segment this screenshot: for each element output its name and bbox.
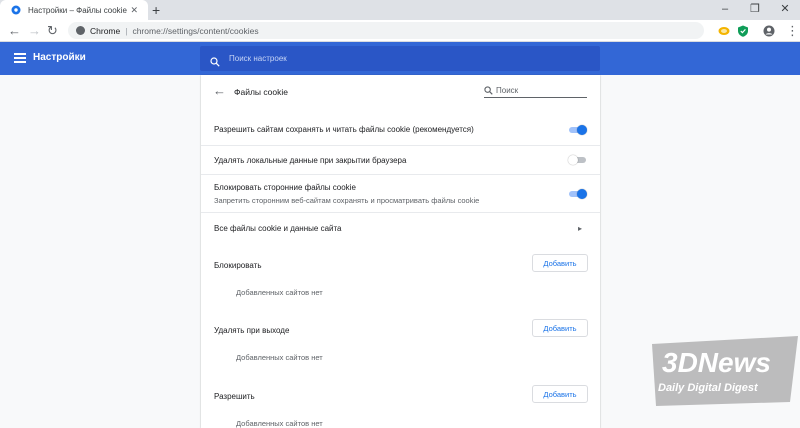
clear-on-exit-toggle[interactable] <box>568 155 587 165</box>
clear-on-exit-empty-text: Добавленных сайтов нет <box>236 353 323 362</box>
watermark-tagline: Daily Digital Digest <box>658 382 759 394</box>
search-icon <box>210 54 220 67</box>
reload-button[interactable]: ↻ <box>47 23 58 39</box>
add-block-button[interactable]: Добавить <box>532 254 588 272</box>
section-title-clear-on-exit: Удалять при выходе <box>214 326 290 335</box>
profile-avatar-icon[interactable] <box>763 24 775 37</box>
site-label: Chrome <box>90 25 121 36</box>
all-cookies-label: Все файлы cookie и данные сайта <box>214 224 342 233</box>
maximize-button[interactable]: ❐ <box>740 2 770 16</box>
tab-title: Настройки – Файлы cookie <box>28 5 127 15</box>
setting-label: Блокировать сторонние файлы cookie <box>214 183 356 192</box>
extension-coin-icon[interactable] <box>718 24 730 36</box>
section-title-allow: Разрешить <box>214 392 255 401</box>
setting-row-allow-cookies[interactable]: Разрешить сайтам сохранять и читать файл… <box>201 113 600 145</box>
all-cookies-link[interactable]: Все файлы cookie и данные сайта ▸ <box>201 212 600 242</box>
cookies-card: ← Файлы cookie Поиск Разрешить сайтам со… <box>201 75 600 428</box>
tab-close-icon[interactable]: ✕ <box>130 5 138 15</box>
setting-row-clear-on-exit[interactable]: Удалять локальные данные при закрытии бр… <box>201 145 600 174</box>
browser-tab[interactable]: Настройки – Файлы cookie ✕ <box>0 0 148 20</box>
subpage-title: Файлы cookie <box>234 87 288 97</box>
setting-label: Разрешить сайтам сохранять и читать файл… <box>214 125 474 134</box>
chrome-site-icon <box>76 26 85 35</box>
subpage-search-input[interactable]: Поиск <box>484 84 587 98</box>
back-button[interactable]: ← <box>8 23 21 39</box>
search-placeholder: Поиск настроек <box>229 54 287 63</box>
section-title-block: Блокировать <box>214 261 262 270</box>
back-arrow-icon[interactable]: ← <box>213 84 226 98</box>
tab-strip: Настройки – Файлы cookie ✕ + – ❐ ✕ <box>0 0 800 20</box>
block-empty-text: Добавленных сайтов нет <box>236 288 323 297</box>
chevron-right-icon: ▸ <box>578 224 583 233</box>
settings-gear-icon <box>10 4 22 16</box>
forward-button[interactable]: → <box>28 23 41 39</box>
setting-label: Удалять локальные данные при закрытии бр… <box>214 156 407 165</box>
hamburger-menu-icon[interactable] <box>14 53 26 63</box>
3dnews-watermark: 3DNews Daily Digital Digest <box>650 336 800 406</box>
address-bar[interactable]: Chrome | chrome://settings/content/cooki… <box>68 22 704 39</box>
minimize-button[interactable]: – <box>710 2 740 16</box>
search-icon <box>484 86 493 95</box>
subpage-search-placeholder: Поиск <box>496 86 519 95</box>
extension-shield-icon[interactable] <box>737 24 749 37</box>
settings-search-input[interactable]: Поиск настроек <box>200 46 600 71</box>
window-close-button[interactable]: ✕ <box>770 2 800 16</box>
browser-toolbar: ← → ↻ Chrome | chrome://settings/content… <box>0 20 800 42</box>
setting-sublabel: Запретить сторонним веб-сайтам сохранять… <box>214 196 480 205</box>
subpage-header: ← Файлы cookie Поиск <box>201 75 600 109</box>
page-title: Настройки <box>33 52 86 63</box>
browser-menu-icon[interactable]: ⋮ <box>786 23 799 39</box>
allow-empty-text: Добавленных сайтов нет <box>236 419 323 428</box>
add-clear-on-exit-button[interactable]: Добавить <box>532 319 588 337</box>
allow-cookies-toggle[interactable] <box>568 125 587 135</box>
add-allow-button[interactable]: Добавить <box>532 385 588 403</box>
new-tab-button[interactable]: + <box>152 2 160 18</box>
url-text: chrome://settings/content/cookies <box>132 25 259 36</box>
setting-row-block-third-party[interactable]: Блокировать сторонние файлы cookie Запре… <box>201 174 600 212</box>
settings-header: Настройки Поиск настроек <box>0 42 800 75</box>
watermark-logo: 3DNews <box>662 347 771 378</box>
omnibox-separator: | <box>125 25 128 36</box>
block-third-party-toggle[interactable] <box>568 189 587 199</box>
